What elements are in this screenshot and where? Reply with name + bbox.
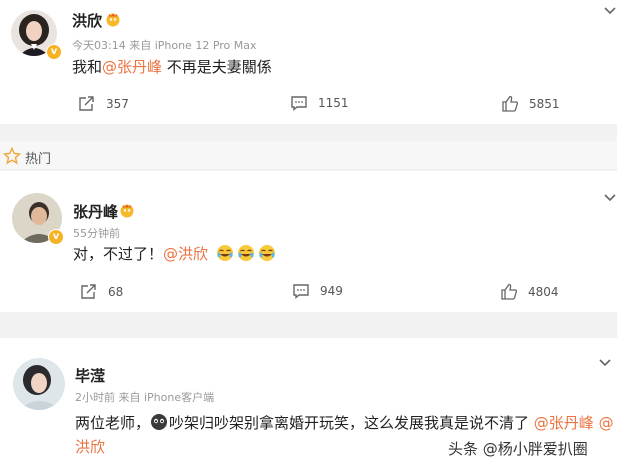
like-button[interactable]: 4804 <box>500 283 559 300</box>
post-author-name[interactable]: 洪欣 <box>72 10 102 31</box>
post-source: 来自 iPhone 12 Pro Max <box>129 39 257 52</box>
repost-icon <box>81 284 96 299</box>
chevron-down-icon[interactable] <box>603 193 617 203</box>
repost-count: 357 <box>106 96 129 111</box>
watermark: 头条 @杨小胖爱扒圈 <box>448 440 588 458</box>
comment-button[interactable]: 1151 <box>290 95 349 111</box>
repost-icon <box>79 96 94 111</box>
laugh-cry-emoji-icon <box>258 245 275 261</box>
comment-time: 55分钟前 <box>73 227 120 240</box>
repost-button[interactable]: 68 <box>80 283 123 300</box>
post-text-before: 我和 <box>72 58 103 76</box>
comment-card: v 张丹峰 55分钟前 对，不过了！@洪欣 68 949 4804 <box>0 171 617 312</box>
chevron-down-icon[interactable] <box>603 6 617 16</box>
mention-link[interactable]: @张丹峰 <box>534 414 594 432</box>
hot-section-header: 热门 <box>0 141 617 169</box>
chevron-down-icon[interactable] <box>598 358 612 368</box>
post-text: 我和@张丹峰 不再是夫妻關係 <box>72 56 272 78</box>
comment-meta: 2小时前 来自 iPhone客户端 <box>75 389 214 405</box>
comment-count: 949 <box>320 284 343 298</box>
vip-crown-icon <box>106 13 120 27</box>
weibo-post: v 洪欣 今天03:14 来自 iPhone 12 Pro Max 我和@张丹峰… <box>0 0 617 124</box>
comment-icon <box>291 96 307 111</box>
comment-author-name[interactable]: 毕滢 <box>75 365 105 386</box>
laugh-cry-emoji-icon <box>216 245 233 261</box>
thumbs-up-icon <box>501 283 518 300</box>
post-meta: 今天03:14 来自 iPhone 12 Pro Max <box>72 37 257 53</box>
comment-icon <box>293 284 309 299</box>
comment-button[interactable]: 949 <box>292 283 343 299</box>
like-count: 5851 <box>529 96 560 111</box>
comment-text-line1: 两位老师， 吵架归吵架别拿离婚开玩笑，这么发展我真是说不清了 @张丹峰 @ <box>75 412 614 434</box>
like-button[interactable]: 5851 <box>501 95 560 112</box>
verified-badge: v <box>48 229 64 245</box>
vip-crown-icon <box>120 204 134 218</box>
laugh-cry-emoji-icon <box>237 245 254 261</box>
star-icon <box>3 147 21 165</box>
avatar-biying[interactable] <box>13 358 65 410</box>
comment-source: 来自 iPhone客户端 <box>118 391 215 404</box>
like-count: 4804 <box>528 284 559 299</box>
comment-count: 1151 <box>318 96 349 110</box>
comment-text-middle: 吵架归吵架别拿离婚开玩笑，这么发展我真是说不清了 <box>169 414 534 432</box>
post-time: 今天03:14 <box>72 39 126 52</box>
post-text-after: 不再是夫妻關係 <box>162 58 272 76</box>
dog-face-emoji-icon <box>151 414 168 430</box>
comment-time: 2小时前 <box>75 391 115 404</box>
comment-text-before: 两位老师， <box>75 414 151 432</box>
mention-link-part1[interactable]: @ <box>599 414 614 432</box>
comment-text-before: 对，不过了！ <box>73 245 164 263</box>
comment-text-line2: 洪欣 <box>75 436 105 458</box>
comment-text: 对，不过了！@洪欣 <box>73 243 276 265</box>
mention-link-part2[interactable]: 洪欣 <box>75 438 105 456</box>
mention-link[interactable]: @洪欣 <box>163 245 208 263</box>
comment-author-name[interactable]: 张丹峰 <box>73 201 118 222</box>
mention-link[interactable]: @张丹峰 <box>102 58 162 76</box>
verified-badge: v <box>46 44 62 60</box>
repost-button[interactable]: 357 <box>78 95 129 112</box>
hot-section-label: 热门 <box>25 152 52 167</box>
repost-count: 68 <box>108 284 124 299</box>
thumbs-up-icon <box>502 95 519 112</box>
